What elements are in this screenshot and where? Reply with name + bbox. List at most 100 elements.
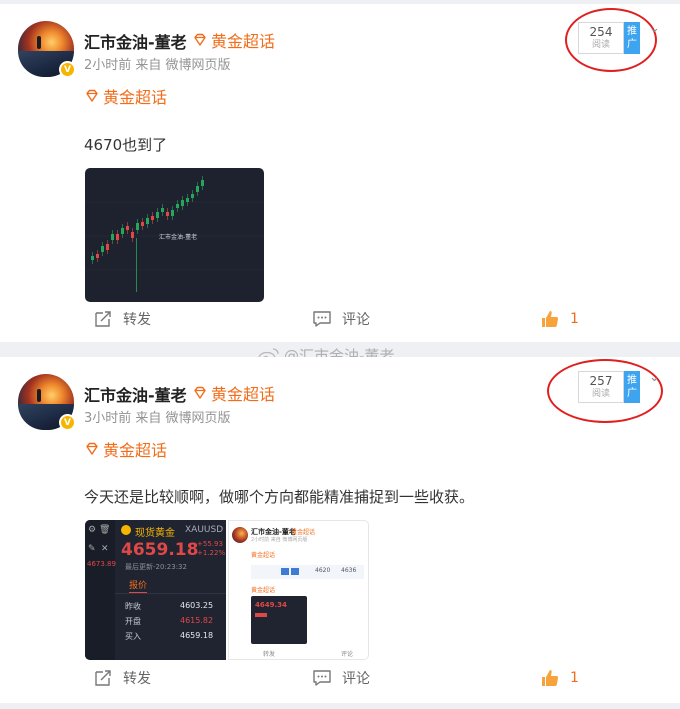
side-price: 4673.89	[87, 560, 116, 568]
verified-badge-icon: V	[59, 61, 76, 78]
candle-body	[176, 204, 179, 208]
promote-button[interactable]: 推广	[624, 22, 640, 54]
candle-body	[191, 194, 194, 198]
settings-icon: ⚙	[88, 525, 97, 535]
read-count: 254	[589, 25, 613, 39]
topic-label: 黄金超话	[103, 441, 168, 460]
repost-button[interactable]: 转发	[93, 668, 151, 688]
action-bar: 转发 评论 1	[0, 309, 680, 339]
mini-badge: 黄金超话	[291, 529, 316, 536]
post-image-quote[interactable]: ⚙ 🗑 ✎ ✕ 4673.89 现货黄金 XAUUSD 4659.18 +55.…	[85, 520, 226, 660]
quote-row-label: 昨收	[125, 602, 141, 611]
super-topic-label: 黄金超话	[211, 32, 276, 51]
mini-topic-2: 黄金超话	[251, 587, 276, 594]
mini-chip	[281, 568, 289, 575]
candle-body	[116, 234, 119, 240]
super-topic-badge[interactable]: 黄金超话	[192, 28, 275, 52]
post-image-chart[interactable]: 汇市金油-董老	[85, 168, 264, 302]
feed-card: V 汇市金油-董老 黄金超话 2小时前 来自 微博网页版 黄金超话 254 阅读…	[0, 4, 680, 342]
super-topic-label: 黄金超话	[211, 385, 276, 404]
author-name[interactable]: 汇市金油-董老	[84, 29, 187, 53]
repost-button[interactable]: 转发	[93, 309, 151, 329]
read-count-box[interactable]: 257 阅读 推广	[578, 371, 640, 403]
candle-body	[106, 244, 109, 250]
divider	[115, 593, 226, 594]
mini-bar-value: 4620	[315, 567, 331, 574]
quote-row-value: 4603.25	[180, 601, 214, 610]
like-button[interactable]: 1	[540, 309, 579, 329]
quote-row-label: 开盘	[125, 617, 141, 626]
share-icon	[95, 670, 111, 686]
candle-body	[196, 186, 199, 192]
comment-label: 评论	[342, 312, 370, 328]
chevron-down-icon[interactable]: ⌄	[649, 21, 660, 36]
quote-price: 4659.18	[121, 540, 199, 560]
chevron-down-icon[interactable]: ⌄	[649, 370, 660, 385]
read-count-box[interactable]: 254 阅读 推广	[578, 22, 640, 54]
post-meta: 3小时前 来自 微博网页版	[84, 411, 231, 426]
read-label: 阅读	[591, 40, 610, 50]
author-name[interactable]: 汇市金油-董老	[84, 382, 187, 406]
candle-body	[111, 234, 114, 240]
diamond-icon	[86, 442, 98, 455]
promote-button[interactable]: 推广	[624, 371, 640, 403]
candle-body	[136, 223, 139, 230]
quote-row-label: 买入	[125, 632, 141, 641]
avatar-figure	[37, 389, 41, 402]
like-count: 1	[570, 670, 579, 686]
super-topic-badge[interactable]: 黄金超话	[192, 381, 275, 405]
topic-label: 黄金超话	[103, 88, 168, 107]
candle-body	[171, 210, 174, 216]
candle-body	[126, 226, 129, 230]
avatar[interactable]: V	[18, 374, 76, 431]
quote-change-pct: +1.22%	[197, 549, 226, 557]
action-bar: 转发 评论 1	[0, 668, 680, 698]
candle-body	[181, 200, 184, 206]
quote-row-value: 4615.82	[180, 616, 214, 625]
mini-avatar	[232, 527, 248, 543]
trash-icon: 🗑	[99, 525, 111, 535]
mini-action-left: 转发	[263, 651, 276, 658]
feed-card: V 汇市金油-董老 黄金超话 3小时前 来自 微博网页版 黄金超话 257 阅读…	[0, 357, 680, 703]
quote-sidebar	[85, 520, 115, 660]
repost-label: 转发	[123, 671, 151, 687]
quote-row-value: 4659.18	[180, 631, 214, 640]
repost-label: 转发	[123, 312, 151, 328]
avatar[interactable]: V	[18, 21, 76, 78]
thumbs-up-icon	[542, 311, 559, 327]
diamond-icon	[86, 89, 98, 102]
symbol-code: XAUUSD	[185, 525, 224, 535]
post-image-screenshot[interactable]: 汇市金油-董老 黄金超话 2小时前 来自 微博网页版 黄金超话 4620 463…	[228, 520, 369, 660]
edit-icon: ✎	[88, 544, 96, 554]
candle-body	[121, 228, 124, 234]
topic-link[interactable]: 黄金超话	[84, 84, 167, 108]
mini-action-right: 评论	[341, 651, 354, 658]
candle-body	[201, 180, 204, 186]
symbol-name: 现货黄金	[135, 528, 175, 539]
candle-body	[186, 198, 189, 202]
topic-link[interactable]: 黄金超话	[84, 437, 167, 461]
quote-change: +55.93	[197, 540, 223, 548]
candle-body	[156, 212, 159, 218]
tab-quote[interactable]: 报价	[129, 578, 148, 594]
comment-button[interactable]: 评论	[312, 309, 370, 329]
gold-coin-icon	[121, 525, 131, 535]
mini-bar	[255, 613, 267, 617]
close-icon: ✕	[101, 544, 109, 554]
thumbs-up-icon	[542, 670, 559, 686]
post-text: 4670也到了	[84, 136, 168, 154]
diamond-icon	[194, 33, 206, 46]
last-updated: 最后更新-20:23:32	[125, 563, 187, 571]
comment-button[interactable]: 评论	[312, 668, 370, 688]
diamond-icon	[194, 386, 206, 399]
candle-body	[161, 208, 164, 212]
chart-watermark: 汇市金油-董老	[159, 234, 198, 241]
post-meta: 2小时前 来自 微博网页版	[84, 58, 231, 73]
candle-body	[141, 222, 144, 226]
comment-label: 评论	[342, 671, 370, 687]
candle-body	[91, 256, 94, 260]
mini-price: 4649.34	[255, 601, 287, 609]
mini-chip	[291, 568, 299, 575]
candle-body	[166, 212, 169, 216]
like-button[interactable]: 1	[540, 668, 579, 688]
